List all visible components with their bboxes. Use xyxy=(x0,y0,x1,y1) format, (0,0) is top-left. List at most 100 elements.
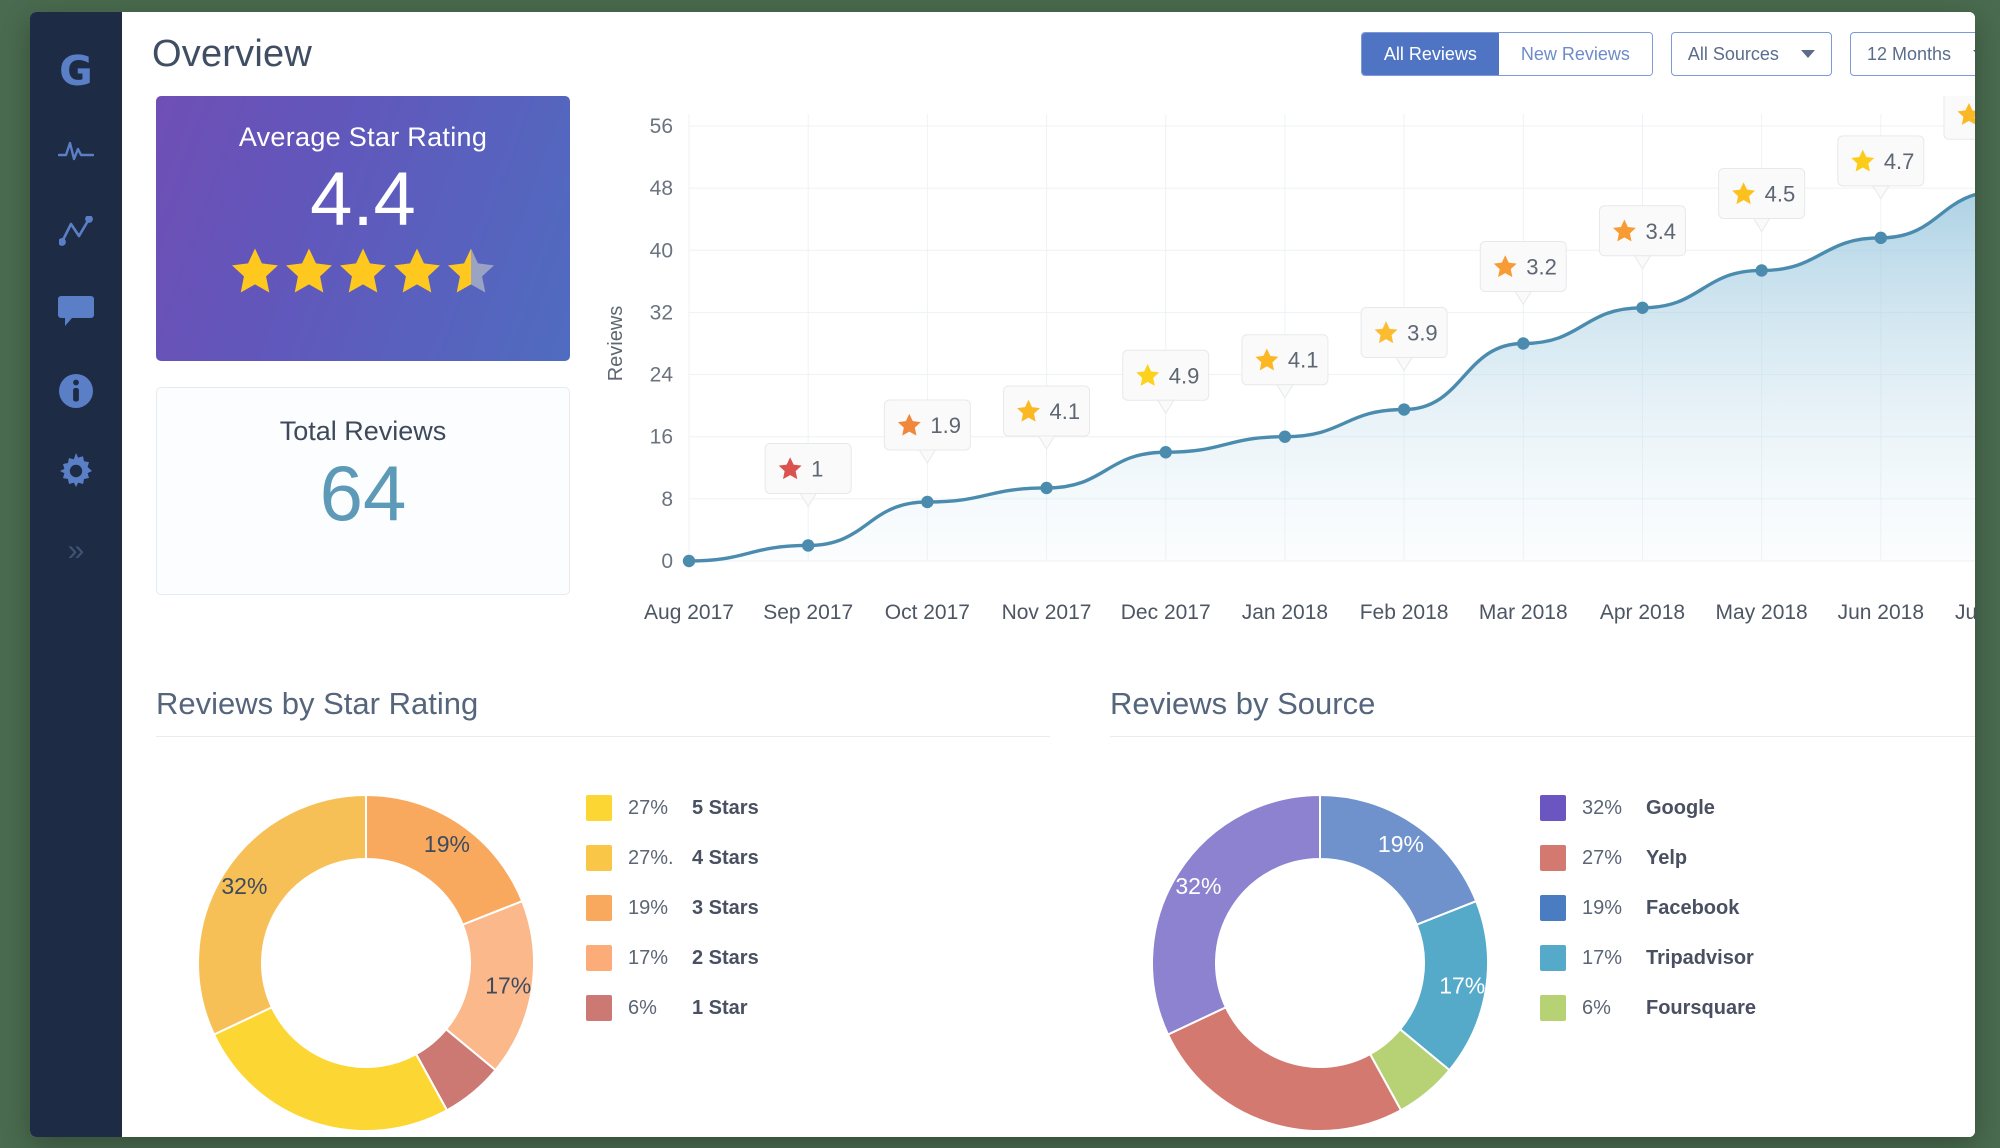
total-reviews-value: 64 xyxy=(319,449,407,537)
y-axis-tick: 32 xyxy=(650,301,673,324)
legend-swatch xyxy=(586,795,612,821)
donut-slice[interactable] xyxy=(1166,1005,1403,1133)
chevron-down-icon xyxy=(1973,50,1975,58)
legend-percent: 27% xyxy=(628,796,669,819)
reviews-by-star-rating-title: Reviews by Star Rating xyxy=(156,686,1050,737)
legend-percent: 32% xyxy=(1582,796,1623,819)
total-reviews-label: Total Reviews xyxy=(279,416,447,446)
data-point[interactable] xyxy=(1636,301,1649,314)
y-axis-tick: 56 xyxy=(650,115,673,138)
y-axis-tick: 16 xyxy=(650,426,673,449)
legend-label: Facebook xyxy=(1646,896,1740,919)
data-point[interactable] xyxy=(1874,231,1888,245)
donut-svg: 19% 17% 32% xyxy=(197,793,535,1133)
legend-percent: 19% xyxy=(1582,896,1623,919)
x-axis-tick: Aug 2017 xyxy=(644,601,734,624)
data-point[interactable] xyxy=(921,495,934,509)
x-axis-tick: Oct 2017 xyxy=(885,601,970,624)
rating-value: 3.9 xyxy=(1407,321,1438,346)
rating-value: 1.9 xyxy=(930,413,961,438)
rating-tooltip: 4.5 xyxy=(1718,167,1806,233)
x-axis-tick: July 2018 xyxy=(1955,601,1975,624)
legend-swatch xyxy=(1540,845,1566,871)
legend-percent: 27%. xyxy=(628,846,674,869)
rating-value: 3.2 xyxy=(1526,255,1557,280)
sidebar-item-logo[interactable]: G xyxy=(48,46,104,96)
legend-label: Foursquare xyxy=(1646,996,1757,1019)
legend-percent: 19% xyxy=(628,896,669,919)
star-icon xyxy=(232,248,278,293)
topbar: Overview All Reviews New Reviews All Sou… xyxy=(152,12,1975,96)
app-window: G » Overview All Reviews New Reviews All… xyxy=(30,12,1975,1137)
rating-value: 4.1 xyxy=(1050,399,1081,424)
toolbar: All Reviews New Reviews All Sources 12 M… xyxy=(1360,32,1975,76)
donut-slice[interactable] xyxy=(1319,793,1478,927)
legend-item[interactable]: 17% Tripadvisor xyxy=(1540,933,1756,983)
tab-all-reviews[interactable]: All Reviews xyxy=(1361,33,1499,75)
legend-item[interactable]: 19% 3 Stars xyxy=(586,883,759,933)
data-point[interactable] xyxy=(1397,403,1411,416)
data-point[interactable] xyxy=(1278,430,1292,443)
x-axis-tick: Feb 2018 xyxy=(1360,601,1449,624)
donut-slice-label: 32% xyxy=(1175,873,1221,899)
legend-item[interactable]: 27% 5 Stars xyxy=(586,783,759,833)
average-star-rating-card: Average Star Rating 4.4 xyxy=(156,96,570,361)
legend-swatch xyxy=(1540,945,1566,971)
legend-item[interactable]: 17% 2 Stars xyxy=(586,933,759,983)
legend-item[interactable]: 6% Foursquare xyxy=(1540,983,1756,1033)
sidebar-item-expand[interactable]: » xyxy=(48,526,104,576)
sidebar-item-analytics[interactable] xyxy=(48,206,104,256)
legend-label: Google xyxy=(1646,796,1715,819)
y-axis-tick: 40 xyxy=(650,239,673,262)
gear-icon xyxy=(58,453,94,489)
donut-slice[interactable] xyxy=(365,793,524,927)
rating-tooltip: 3.9 xyxy=(1360,307,1448,372)
review-filter-segmented: All Reviews New Reviews xyxy=(1360,32,1653,76)
legend-percent: 6% xyxy=(628,996,657,1019)
legend-swatch xyxy=(586,995,612,1021)
legend-item[interactable]: 27% Yelp xyxy=(1540,833,1756,883)
y-axis-tick: 0 xyxy=(661,550,673,573)
x-axis-tick: Jan 2018 xyxy=(1242,601,1328,624)
legend-item[interactable]: 19% Facebook xyxy=(1540,883,1756,933)
data-point[interactable] xyxy=(1159,446,1172,459)
x-axis-tick: Dec 2017 xyxy=(1121,601,1211,624)
reviews-by-source-panel: Reviews by Source 19% 17% 32% 32% Google 27%… xyxy=(1110,686,1975,1137)
data-point[interactable] xyxy=(682,554,696,568)
legend-label: Yelp xyxy=(1646,846,1688,869)
rating-value: 4.7 xyxy=(1884,149,1915,174)
rating-value: 3.4 xyxy=(1645,219,1676,244)
legend-swatch xyxy=(586,895,612,921)
donut-svg: 19% 17% 32% xyxy=(1151,793,1489,1133)
rating-tooltip: 1 xyxy=(764,442,852,508)
average-star-rating-value: 4.4 xyxy=(310,157,416,242)
legend-swatch xyxy=(586,945,612,971)
legend-item[interactable]: 32% Google xyxy=(1540,783,1756,833)
legend-item[interactable]: 27%. 4 Stars xyxy=(586,833,759,883)
sidebar-item-reviews[interactable] xyxy=(48,286,104,336)
data-point[interactable] xyxy=(1517,337,1530,350)
data-point[interactable] xyxy=(1755,264,1768,277)
sidebar-item-settings[interactable] xyxy=(48,446,104,496)
range-filter-dropdown[interactable]: 12 Months xyxy=(1849,32,1975,76)
donut-slice[interactable] xyxy=(1151,793,1321,1036)
legend-percent: 6% xyxy=(1582,996,1611,1019)
sidebar-item-info[interactable] xyxy=(48,366,104,416)
donut-slice[interactable] xyxy=(197,793,367,1036)
y-axis-tick: 48 xyxy=(650,177,673,200)
reviews-trend-chart: 0 8 16 24 32 40 48 56 Reviews 1 1.9 4.1 4.9 4.1 3.9 3.2… xyxy=(604,96,1975,656)
data-point[interactable] xyxy=(801,539,815,552)
overview-row: Average Star Rating 4.4 Total Reviews 64… xyxy=(152,96,1975,656)
sidebar-item-activity[interactable] xyxy=(48,126,104,176)
x-axis-tick: Nov 2017 xyxy=(1002,601,1092,624)
rating-tooltip: 3.4 xyxy=(1598,205,1686,270)
source-filter-dropdown[interactable]: All Sources xyxy=(1670,32,1832,76)
rating-tooltip: 4.7 xyxy=(1837,135,1925,200)
data-point[interactable] xyxy=(1040,481,1053,495)
tab-new-reviews[interactable]: New Reviews xyxy=(1498,33,1652,75)
legend-item[interactable]: 6% 1 Star xyxy=(586,983,759,1033)
rating-value: 4.9 xyxy=(1169,363,1200,388)
donut-slice[interactable] xyxy=(212,1005,449,1133)
rating-tooltip: 3.2 xyxy=(1479,241,1567,306)
legend-label: 4 Stars xyxy=(692,846,759,869)
